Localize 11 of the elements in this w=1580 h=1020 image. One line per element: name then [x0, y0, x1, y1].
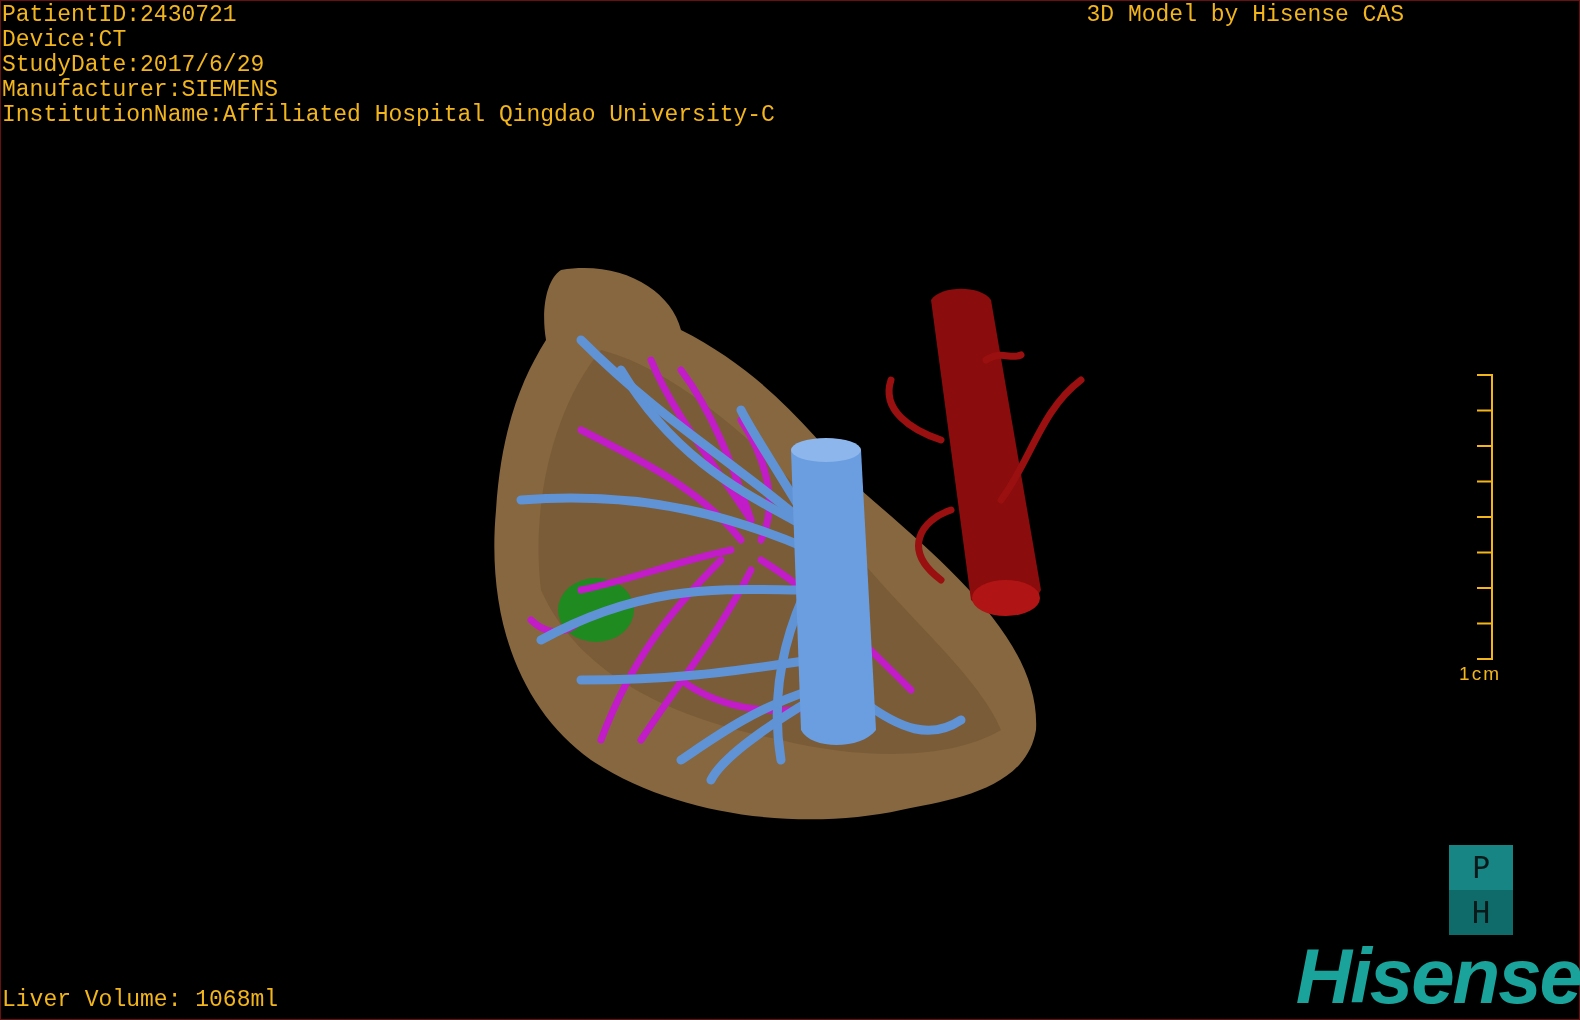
orientation-label: H	[1449, 890, 1513, 935]
orientation-cube[interactable]: P H	[1449, 845, 1513, 935]
model-title: 3D Model by Hisense CAS	[1086, 3, 1404, 28]
liver-volume: Liver Volume: 1068ml	[1, 988, 279, 1015]
patient-info-line: StudyDate:2017/6/29	[2, 53, 266, 78]
patient-info-line: InstitutionName:Affiliated Hospital Qingdao University-C	[2, 103, 775, 128]
patient-info-line: Device:CT	[2, 28, 128, 53]
scale-label: 1cm	[1459, 663, 1501, 685]
orientation-label: P	[1449, 845, 1513, 890]
patient-info-line: PatientID:2430721	[2, 3, 238, 28]
patient-info-line: Manufacturer:SIEMENS	[2, 78, 280, 103]
